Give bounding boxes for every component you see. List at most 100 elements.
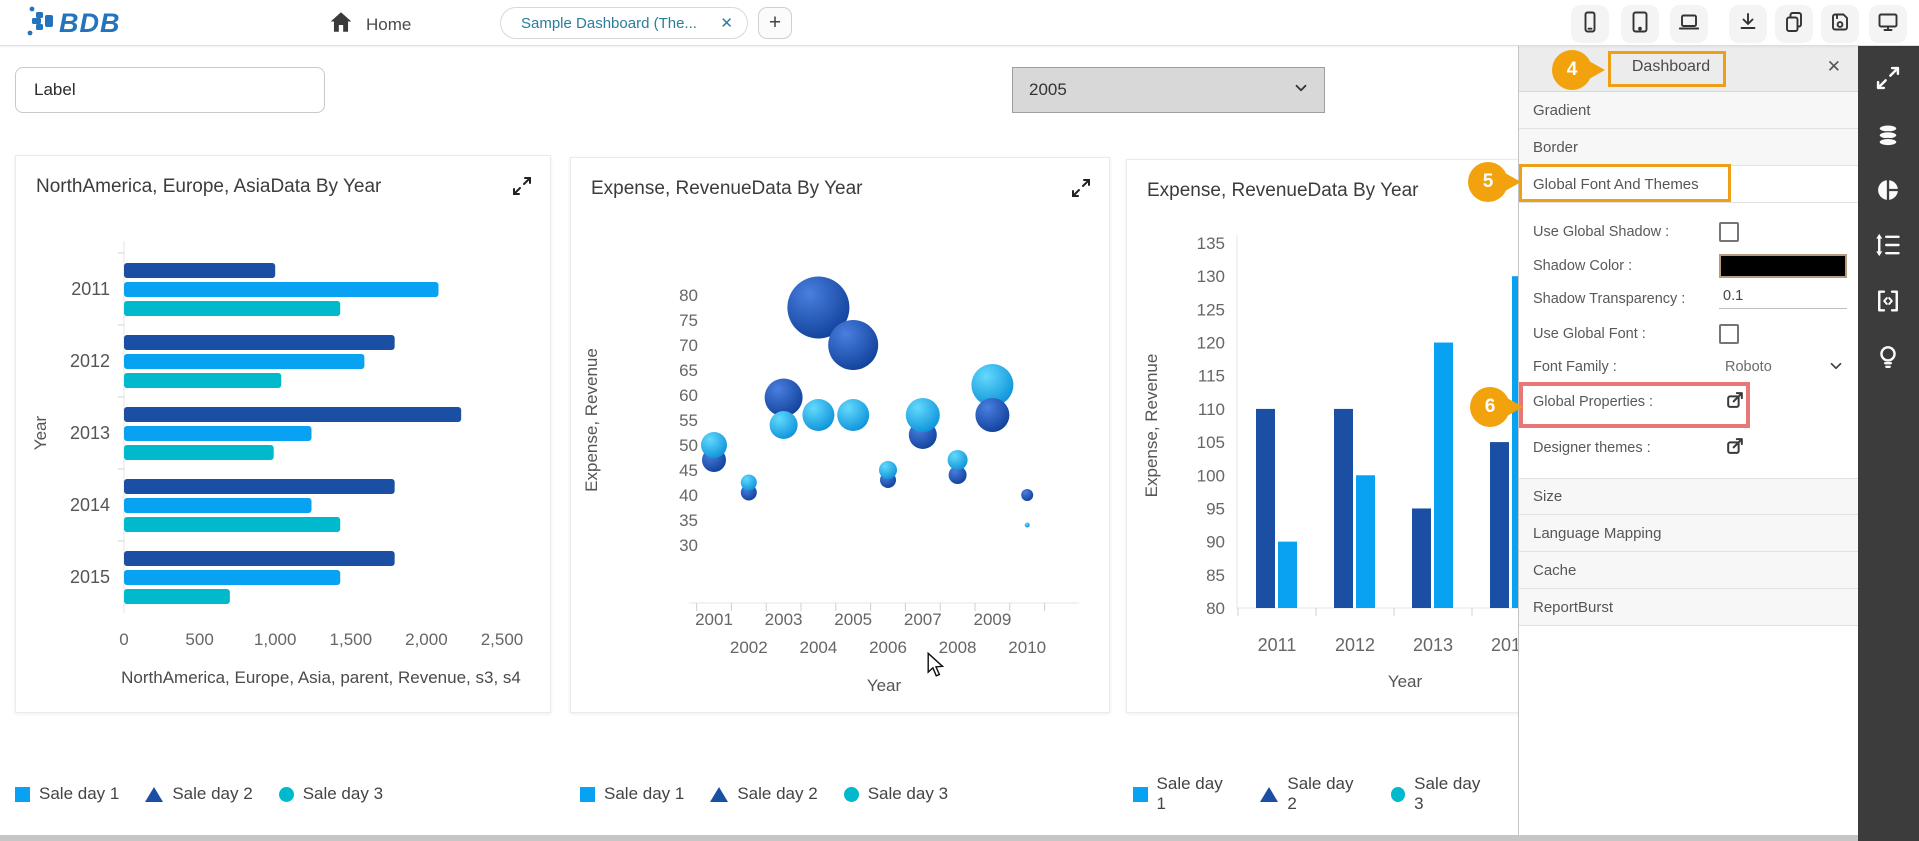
desktop-preview-button[interactable] — [1869, 5, 1907, 43]
y-tick-label: 30 — [679, 536, 698, 555]
bubble-sale-day-1[interactable] — [701, 432, 727, 458]
legend-vbar: Sale day 1 Sale day 2 Sale day 3 — [1133, 779, 1518, 809]
hierarchy-button[interactable] — [1872, 231, 1904, 263]
save-button[interactable] — [1821, 5, 1859, 43]
global-properties-open-icon[interactable] — [1725, 390, 1745, 410]
legend-item[interactable]: Sale day 3 — [1391, 774, 1492, 814]
font-family-select[interactable]: Roboto — [1725, 359, 1772, 375]
y-tick-label: 45 — [679, 461, 698, 480]
bar-sale-day-3[interactable] — [124, 445, 274, 460]
chevron-down-icon[interactable] — [1827, 357, 1845, 379]
legend-item[interactable]: Sale day 3 — [279, 784, 383, 804]
legend-item[interactable]: Sale day 2 — [1260, 774, 1364, 814]
bubble-sale-day-2[interactable] — [828, 320, 878, 370]
x-tick-label: 2004 — [799, 638, 837, 657]
legend-item[interactable]: Sale day 1 — [580, 784, 684, 804]
bar-sale-day-1[interactable] — [124, 354, 364, 369]
bar-sale-day-1[interactable] — [124, 426, 311, 441]
shadow-color-swatch[interactable] — [1719, 254, 1847, 278]
bubble-sale-day-1[interactable] — [906, 398, 940, 432]
bar-sale-day-3[interactable] — [124, 517, 340, 532]
bar-sale-day-2[interactable] — [124, 263, 275, 278]
insights-button[interactable] — [1872, 343, 1904, 375]
bdb-logo[interactable]: BDB — [26, 5, 121, 41]
use-global-shadow-checkbox[interactable] — [1719, 222, 1739, 242]
bar-sale-day-2[interactable] — [124, 551, 395, 566]
fullscreen-button[interactable] — [1872, 64, 1904, 96]
bubble-sale-day-2[interactable] — [975, 398, 1009, 432]
legend-item[interactable]: Sale day 1 — [1133, 774, 1234, 814]
use-global-font-checkbox[interactable] — [1719, 324, 1739, 344]
bar-sale-day-2[interactable] — [1256, 409, 1275, 608]
bubble-sale-day-1[interactable] — [802, 399, 834, 431]
bar-sale-day-2[interactable] — [1490, 442, 1509, 608]
sidebar-item-border[interactable]: Border — [1519, 129, 1859, 166]
sidebar-item-cache[interactable]: Cache — [1519, 552, 1859, 589]
bubble-sale-day-1[interactable] — [770, 411, 798, 439]
bubble-sale-day-2[interactable] — [1021, 489, 1033, 501]
y-tick-label: 55 — [679, 411, 698, 430]
bar-sale-day-3[interactable] — [124, 301, 340, 316]
bubble-sale-day-1[interactable] — [879, 461, 897, 479]
designer-themes-open-icon[interactable] — [1725, 436, 1745, 456]
bar-sale-day-1[interactable] — [1356, 475, 1375, 608]
sidebar-item-language-mapping[interactable]: Language Mapping — [1519, 515, 1859, 552]
expand-chart-icon[interactable] — [510, 174, 534, 198]
dashboard-tab[interactable]: Sample Dashboard (The... ✕ — [500, 7, 748, 39]
use-global-shadow-label: Use Global Shadow : — [1533, 224, 1669, 240]
legend-item[interactable]: Sale day 3 — [844, 784, 948, 804]
legend-item[interactable]: Sale day 2 — [710, 784, 817, 804]
home-button[interactable]: Home — [328, 9, 411, 40]
bar-sale-day-1[interactable] — [1278, 542, 1297, 608]
y-tick-label: 65 — [679, 361, 698, 380]
new-tab-button[interactable]: + — [758, 7, 792, 39]
logo-circuit-icon — [26, 4, 56, 43]
y-tick-label: 115 — [1198, 367, 1225, 386]
bar-sale-day-2[interactable] — [124, 479, 395, 494]
x-tick-label: 0 — [119, 630, 128, 649]
charts-button[interactable] — [1872, 176, 1904, 208]
sidebar-item-size[interactable]: Size — [1519, 478, 1859, 515]
x-tick-label: 2012 — [1335, 635, 1375, 655]
sidebar-item-gradient[interactable]: Gradient — [1519, 92, 1859, 129]
bubble-sale-day-1[interactable] — [837, 399, 869, 431]
tablet-preview-button[interactable] — [1621, 5, 1659, 43]
mobile-preview-button[interactable] — [1571, 5, 1609, 43]
tab-close-icon[interactable]: ✕ — [720, 14, 733, 32]
bubble-sale-day-1[interactable] — [741, 475, 757, 491]
year-filter-select[interactable]: 2005 — [1012, 67, 1325, 113]
x-tick-label: 2003 — [765, 610, 803, 629]
close-icon[interactable]: ✕ — [1827, 57, 1841, 77]
bar-sale-day-2[interactable] — [1412, 508, 1431, 608]
sidebar-item-global-font-and-themes[interactable]: Global Font And Themes — [1519, 166, 1859, 203]
y-axis-title: Year — [31, 415, 50, 450]
sidebar-item-reportburst[interactable]: ReportBurst — [1519, 589, 1859, 626]
laptop-preview-button[interactable] — [1670, 5, 1708, 43]
bar-sale-day-2[interactable] — [124, 335, 395, 350]
bar-sale-day-3[interactable] — [124, 589, 230, 604]
bar-sale-day-2[interactable] — [124, 407, 461, 422]
bar-sale-day-1[interactable] — [124, 282, 438, 297]
chart-card-bubble: Expense, RevenueData By Year 80757065605… — [570, 157, 1110, 713]
bar-sale-day-1[interactable] — [124, 498, 311, 513]
bar-sale-day-1[interactable] — [124, 570, 340, 585]
y-tick-label: 90 — [1206, 533, 1225, 552]
datasource-button[interactable] — [1872, 122, 1904, 154]
bubble-sale-day-1[interactable] — [1025, 523, 1030, 528]
shadow-transparency-input[interactable]: 0.1 — [1719, 288, 1847, 309]
export-button[interactable] — [1729, 5, 1767, 43]
bar-sale-day-3[interactable] — [124, 373, 281, 388]
copy-button[interactable] — [1775, 5, 1813, 43]
label-widget[interactable]: Label — [15, 67, 325, 113]
legend-item[interactable]: Sale day 2 — [145, 784, 252, 804]
bar-sale-day-2[interactable] — [1334, 409, 1353, 608]
bar-sale-day-1[interactable] — [1434, 343, 1453, 608]
x-tick-label: 2,500 — [481, 630, 524, 649]
legend-item[interactable]: Sale day 1 — [15, 784, 119, 804]
horizontal-scrollbar[interactable] — [0, 835, 1858, 841]
bubble-sale-day-1[interactable] — [948, 450, 968, 470]
expand-chart-icon[interactable] — [1069, 176, 1093, 200]
script-button[interactable] — [1872, 287, 1904, 319]
bubble-sale-day-2[interactable] — [765, 379, 803, 417]
annotation-step-6: 6 — [1470, 387, 1510, 427]
